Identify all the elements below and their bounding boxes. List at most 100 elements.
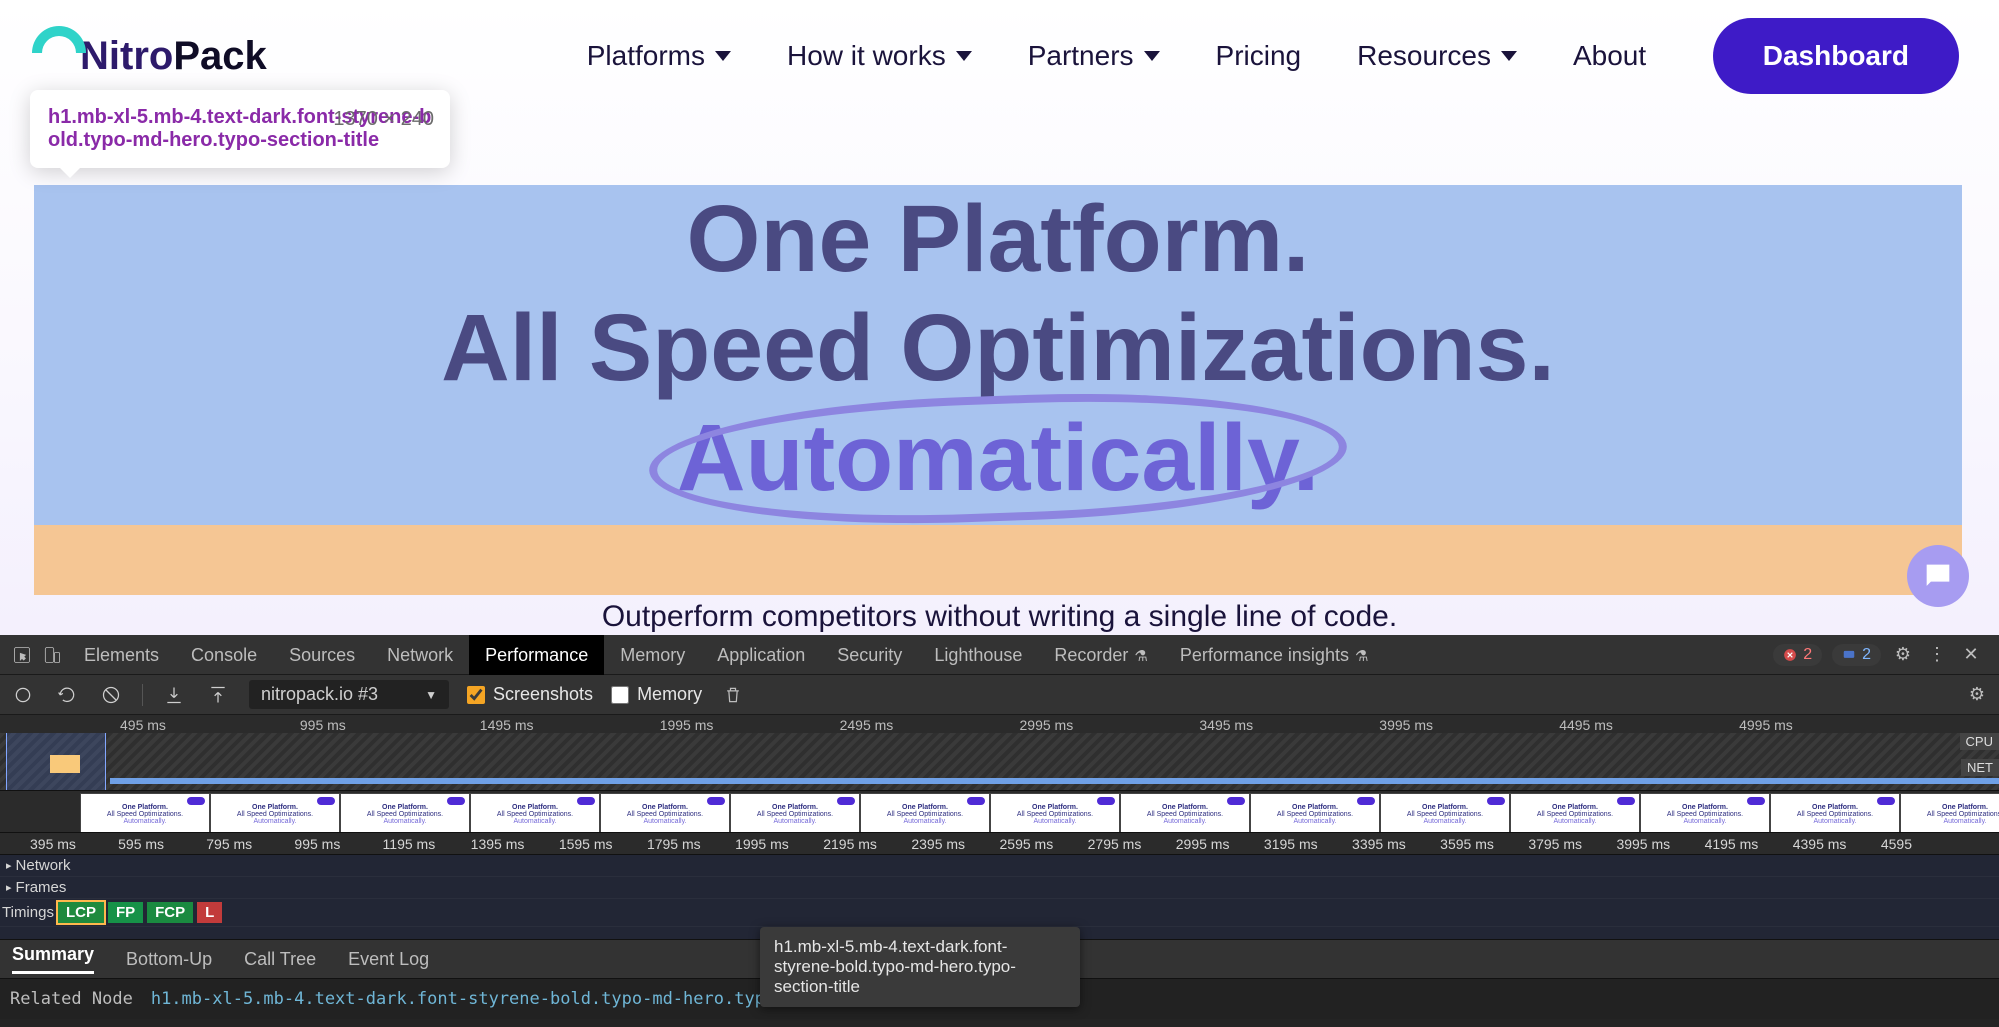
load-profile-button[interactable]	[161, 682, 187, 708]
dashboard-button[interactable]: Dashboard	[1713, 18, 1959, 94]
main-tick: 4195 ms	[1705, 836, 1759, 852]
close-icon[interactable]: ✕	[1959, 643, 1983, 667]
error-badge[interactable]: 2	[1773, 644, 1822, 666]
filmstrip-thumbnail[interactable]: One Platform.All Speed Optimizations.Aut…	[210, 793, 340, 833]
chat-widget-button[interactable]	[1907, 545, 1969, 607]
more-menu-icon[interactable]: ⋮	[1925, 643, 1949, 667]
nav-pricing-label: Pricing	[1216, 40, 1302, 72]
chevron-down-icon	[715, 51, 731, 61]
main-tick: 1195 ms	[383, 836, 436, 852]
tooltip-dimensions: 1370 × 240	[333, 108, 434, 131]
details-tab-summary[interactable]: Summary	[12, 944, 94, 974]
devtools-tab-sources[interactable]: Sources	[273, 635, 371, 675]
hero-line-1: One Platform.	[34, 185, 1962, 294]
garbage-collect-button[interactable]	[720, 682, 746, 708]
main-tick: 795 ms	[206, 836, 252, 852]
chevron-down-icon	[956, 51, 972, 61]
chevron-down-icon	[1501, 51, 1517, 61]
message-badge[interactable]: 2	[1832, 644, 1881, 666]
filmstrip-thumbnail[interactable]: One Platform.All Speed Optimizations.Aut…	[470, 793, 600, 833]
overview-tick: 4995 ms	[1739, 717, 1793, 733]
filmstrip-thumbnail[interactable]: One Platform.All Speed Optimizations.Aut…	[1250, 793, 1380, 833]
main-ruler[interactable]: 395 ms595 ms795 ms995 ms1195 ms1395 ms15…	[0, 833, 1999, 855]
devtools-tab-elements[interactable]: Elements	[68, 635, 175, 675]
filmstrip-thumbnail[interactable]: One Platform.All Speed Optimizations.Aut…	[1510, 793, 1640, 833]
screenshots-checkbox[interactable]: Screenshots	[467, 684, 593, 705]
load-badge[interactable]: L	[197, 902, 222, 923]
network-track[interactable]: ▸Network	[0, 855, 1999, 877]
devtools-panel: ElementsConsoleSourcesNetworkPerformance…	[0, 635, 1999, 1027]
performance-toolbar: nitropack.io #3 ▼ Screenshots Memory ⚙	[0, 675, 1999, 715]
lcp-element-tooltip: h1.mb-xl-5.mb-4.text-dark.font-styrene-b…	[760, 927, 1080, 1007]
devtools-tab-lighthouse[interactable]: Lighthouse	[918, 635, 1038, 675]
main-tick: 1995 ms	[735, 836, 789, 852]
devtools-tab-application[interactable]: Application	[701, 635, 821, 675]
filmstrip-thumbnail[interactable]: One Platform.All Speed Optimizations.Aut…	[1380, 793, 1510, 833]
main-tick: 3595 ms	[1440, 836, 1494, 852]
filmstrip-thumbnail[interactable]: One Platform.All Speed Optimizations.Aut…	[730, 793, 860, 833]
filmstrip-thumbnail[interactable]: One Platform.All Speed Optimizations.Aut…	[860, 793, 990, 833]
devtools-tab-performance[interactable]: Performance	[469, 635, 604, 675]
overview-tick: 2495 ms	[840, 717, 894, 733]
fcp-badge[interactable]: FCP	[147, 902, 193, 923]
devtools-tab-memory[interactable]: Memory	[604, 635, 701, 675]
main-tick: 1795 ms	[647, 836, 701, 852]
main-tick: 2995 ms	[1176, 836, 1230, 852]
device-toolbar-icon[interactable]	[38, 641, 66, 669]
save-profile-button[interactable]	[205, 682, 231, 708]
main-tick: 2395 ms	[911, 836, 965, 852]
devtools-tab-performance-insights[interactable]: Performance insights⚗	[1164, 635, 1385, 675]
nav-partners-label: Partners	[1028, 40, 1134, 72]
main-tick: 2195 ms	[823, 836, 877, 852]
expand-icon: ▸	[6, 881, 12, 894]
main-tick: 3795 ms	[1528, 836, 1582, 852]
lcp-badge[interactable]: LCP	[58, 902, 104, 923]
record-button[interactable]	[10, 682, 36, 708]
nav-how-it-works[interactable]: How it works	[787, 40, 972, 72]
overview-tick: 1995 ms	[660, 717, 714, 733]
inspect-element-icon[interactable]	[8, 641, 36, 669]
timings-track[interactable]: Timings LCP FP FCP L	[0, 899, 1999, 927]
chevron-down-icon: ▼	[425, 688, 437, 702]
nav-about[interactable]: About	[1573, 40, 1646, 72]
filmstrip-thumbnail[interactable]: One Platform.All Speed Optimizations.Aut…	[1770, 793, 1900, 833]
filmstrip-thumbnail[interactable]: One Platform.All Speed Optimizations.Aut…	[80, 793, 210, 833]
nav-how-label: How it works	[787, 40, 946, 72]
memory-checkbox[interactable]: Memory	[611, 684, 702, 705]
flask-icon: ⚗	[1355, 648, 1368, 665]
devtools-tab-console[interactable]: Console	[175, 635, 273, 675]
filmstrip-thumbnail[interactable]: One Platform.All Speed Optimizations.Aut…	[990, 793, 1120, 833]
devtools-tab-security[interactable]: Security	[821, 635, 918, 675]
devtools-tab-recorder[interactable]: Recorder⚗	[1038, 635, 1163, 675]
reload-record-button[interactable]	[54, 682, 80, 708]
filmstrip-thumbnail[interactable]: One Platform.All Speed Optimizations.Aut…	[1900, 793, 1999, 833]
overview-cpu-label: CPU	[1960, 733, 1999, 750]
nav-partners[interactable]: Partners	[1028, 40, 1160, 72]
timeline-overview[interactable]: 495 ms995 ms1495 ms1995 ms2495 ms2995 ms…	[0, 715, 1999, 791]
details-tab-event-log[interactable]: Event Log	[348, 949, 429, 970]
fp-badge[interactable]: FP	[108, 902, 143, 923]
screenshot-filmstrip[interactable]: One Platform.All Speed Optimizations.Aut…	[0, 791, 1999, 833]
related-node-label: Related Node	[10, 989, 133, 1009]
capture-settings-icon[interactable]: ⚙	[1965, 683, 1989, 707]
nav-resources[interactable]: Resources	[1357, 40, 1517, 72]
hero-line-3: Automatically.	[677, 404, 1319, 513]
details-tab-bottom-up[interactable]: Bottom-Up	[126, 949, 212, 970]
nav-platforms[interactable]: Platforms	[587, 40, 731, 72]
frames-track[interactable]: ▸Frames	[0, 877, 1999, 899]
filmstrip-thumbnail[interactable]: One Platform.All Speed Optimizations.Aut…	[1120, 793, 1250, 833]
filmstrip-thumbnail[interactable]: One Platform.All Speed Optimizations.Aut…	[600, 793, 730, 833]
recording-selector[interactable]: nitropack.io #3 ▼	[249, 680, 449, 709]
devtools-tab-network[interactable]: Network	[371, 635, 469, 675]
nav-pricing[interactable]: Pricing	[1216, 40, 1302, 72]
overview-tick: 4495 ms	[1559, 717, 1613, 733]
clear-button[interactable]	[98, 682, 124, 708]
filmstrip-thumbnail[interactable]: One Platform.All Speed Optimizations.Aut…	[1640, 793, 1770, 833]
details-tab-call-tree[interactable]: Call Tree	[244, 949, 316, 970]
settings-icon[interactable]: ⚙	[1891, 643, 1915, 667]
main-tick: 4395 ms	[1793, 836, 1847, 852]
logo[interactable]: NitroPack	[32, 34, 267, 79]
filmstrip-thumbnail[interactable]: One Platform.All Speed Optimizations.Aut…	[340, 793, 470, 833]
screenshots-label: Screenshots	[493, 684, 593, 705]
recording-label: nitropack.io #3	[261, 684, 378, 705]
